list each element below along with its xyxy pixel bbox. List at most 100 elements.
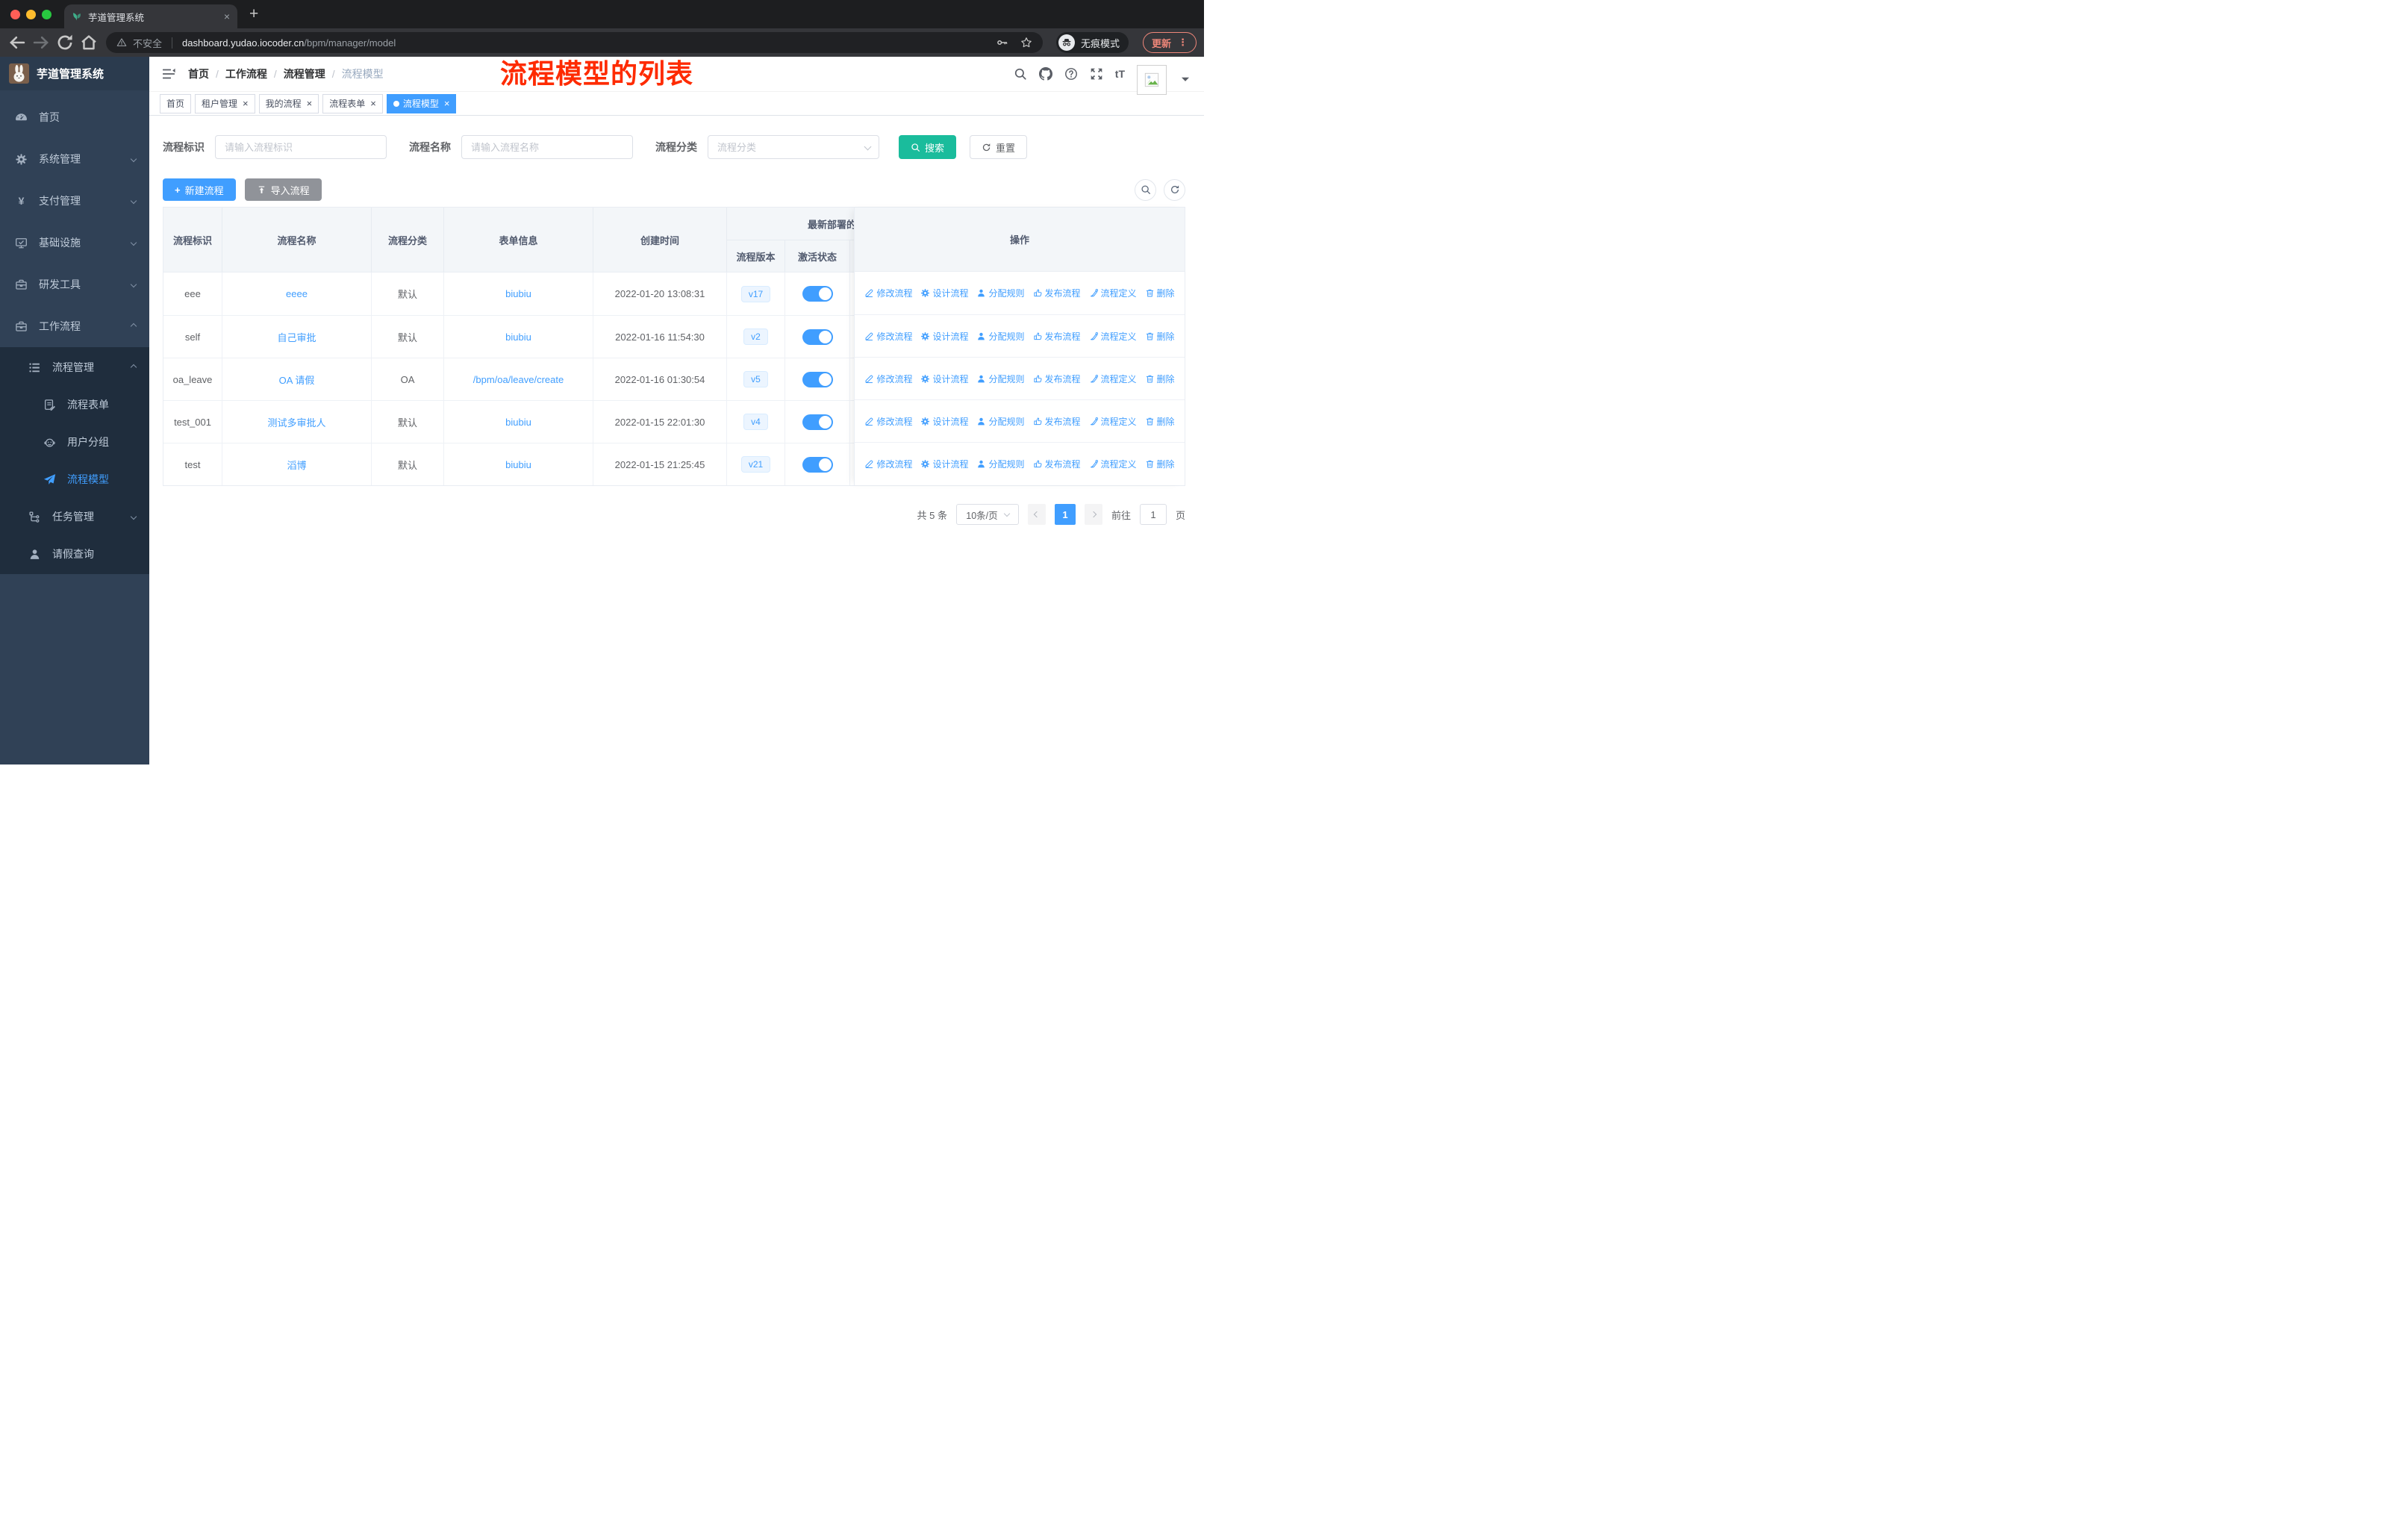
form-info-link[interactable]: biubiu <box>505 331 531 343</box>
sidebar-item-devtools[interactable]: 研发工具 <box>0 264 149 305</box>
close-icon[interactable]: × <box>370 98 376 109</box>
action-assign[interactable]: 分配规则 <box>976 330 1025 343</box>
reload-button[interactable] <box>55 33 75 52</box>
action-assign[interactable]: 分配规则 <box>976 415 1025 428</box>
page-size-select[interactable]: 10条/页 <box>955 504 1019 525</box>
process-key-input[interactable] <box>215 135 387 159</box>
action-edit[interactable]: 修改流程 <box>864 415 912 428</box>
form-info-link[interactable]: biubiu <box>505 288 531 299</box>
action-definition[interactable]: 流程定义 <box>1089 415 1137 428</box>
model-name-link[interactable]: 自己审批 <box>277 330 316 344</box>
action-design[interactable]: 设计流程 <box>920 458 968 470</box>
tag-流程模型[interactable]: 流程模型 × <box>386 93 457 113</box>
browser-update-button[interactable]: 更新 ⋮ <box>1142 32 1197 53</box>
home-button[interactable] <box>79 33 99 52</box>
action-publish[interactable]: 发布流程 <box>1033 373 1081 385</box>
active-toggle[interactable] <box>802 456 833 473</box>
back-button[interactable] <box>7 33 27 52</box>
show-search-button[interactable] <box>1135 178 1156 201</box>
next-page-button[interactable] <box>1084 504 1102 525</box>
action-publish[interactable]: 发布流程 <box>1033 458 1081 470</box>
tag-流程表单[interactable]: 流程表单 × <box>322 93 383 113</box>
tag-我的流程[interactable]: 我的流程 × <box>258 93 319 113</box>
sidebar-item-user-group[interactable]: 用户分组 <box>0 423 149 461</box>
close-icon[interactable]: × <box>444 98 450 109</box>
active-toggle[interactable] <box>802 328 833 345</box>
model-name-link[interactable]: 测试多审批人 <box>267 415 325 429</box>
search-icon[interactable] <box>1014 67 1027 81</box>
active-toggle[interactable] <box>802 414 833 430</box>
active-toggle[interactable] <box>802 371 833 387</box>
model-name-link[interactable]: 滔博 <box>287 458 306 472</box>
window-minimize-button[interactable] <box>26 10 36 19</box>
current-page-button[interactable]: 1 <box>1054 504 1076 525</box>
action-edit[interactable]: 修改流程 <box>864 330 912 343</box>
active-toggle[interactable] <box>802 286 833 302</box>
action-edit[interactable]: 修改流程 <box>864 458 912 470</box>
refresh-table-button[interactable] <box>1164 178 1185 201</box>
model-name-link[interactable]: eeee <box>286 288 308 299</box>
tag-首页[interactable]: 首页 <box>160 93 192 113</box>
close-icon[interactable]: × <box>243 98 249 109</box>
action-delete[interactable]: 删除 <box>1145 373 1175 385</box>
sidebar-item-payment[interactable]: ¥ 支付管理 <box>0 180 149 222</box>
sidebar-collapse-icon[interactable] <box>161 66 176 81</box>
process-name-input[interactable] <box>461 135 633 159</box>
action-definition[interactable]: 流程定义 <box>1089 373 1137 385</box>
sidebar-item-process-model[interactable]: 流程模型 <box>0 461 149 498</box>
action-definition[interactable]: 流程定义 <box>1089 330 1137 343</box>
sidebar-item-infra[interactable]: 基础设施 <box>0 222 149 264</box>
sidebar-item-task-mgmt[interactable]: 任务管理 <box>0 498 149 535</box>
action-publish[interactable]: 发布流程 <box>1033 415 1081 428</box>
bookmark-star-icon[interactable] <box>1020 37 1032 49</box>
window-zoom-button[interactable] <box>42 10 52 19</box>
action-design[interactable]: 设计流程 <box>920 373 968 385</box>
password-key-icon[interactable] <box>996 37 1008 49</box>
tab-close-icon[interactable]: × <box>224 10 230 22</box>
create-process-button[interactable]: + 新建流程 <box>163 178 236 201</box>
form-info-link[interactable]: biubiu <box>505 417 531 428</box>
action-definition[interactable]: 流程定义 <box>1089 287 1137 299</box>
action-definition[interactable]: 流程定义 <box>1089 458 1137 470</box>
browser-tab[interactable]: 芋道管理系统 × <box>64 4 237 28</box>
action-assign[interactable]: 分配规则 <box>976 287 1025 299</box>
search-button[interactable]: 搜索 <box>899 135 957 159</box>
sidebar-item-workflow[interactable]: 工作流程 <box>0 305 149 347</box>
action-assign[interactable]: 分配规则 <box>976 458 1025 470</box>
sidebar-item-process-mgmt[interactable]: 流程管理 <box>0 349 149 386</box>
prev-page-button[interactable] <box>1027 504 1046 525</box>
action-design[interactable]: 设计流程 <box>920 287 968 299</box>
import-process-button[interactable]: 导入流程 <box>244 178 322 201</box>
tag-租户管理[interactable]: 租户管理 × <box>195 93 255 113</box>
sidebar-item-home[interactable]: 首页 <box>0 96 149 138</box>
close-icon[interactable]: × <box>307 98 313 109</box>
window-close-button[interactable] <box>10 10 20 19</box>
action-edit[interactable]: 修改流程 <box>864 287 912 299</box>
reset-button[interactable]: 重置 <box>970 135 1028 159</box>
action-publish[interactable]: 发布流程 <box>1033 330 1081 343</box>
action-design[interactable]: 设计流程 <box>920 330 968 343</box>
action-publish[interactable]: 发布流程 <box>1033 287 1081 299</box>
font-size-icon[interactable]: tT <box>1115 68 1125 80</box>
action-design[interactable]: 设计流程 <box>920 415 968 428</box>
form-info-link[interactable]: /bpm/oa/leave/create <box>473 374 564 385</box>
action-delete[interactable]: 删除 <box>1145 415 1175 428</box>
process-category-select-input[interactable] <box>708 135 879 159</box>
action-delete[interactable]: 删除 <box>1145 287 1175 299</box>
model-name-link[interactable]: OA 请假 <box>279 373 315 387</box>
help-icon[interactable] <box>1064 67 1078 81</box>
sidebar-item-system[interactable]: 系统管理 <box>0 138 149 180</box>
fullscreen-icon[interactable] <box>1090 67 1103 81</box>
sidebar-item-process-form[interactable]: 流程表单 <box>0 386 149 423</box>
goto-page-input[interactable] <box>1139 504 1167 525</box>
forward-button[interactable] <box>31 33 51 52</box>
action-assign[interactable]: 分配规则 <box>976 373 1025 385</box>
action-delete[interactable]: 删除 <box>1145 330 1175 343</box>
action-delete[interactable]: 删除 <box>1145 458 1175 470</box>
address-bar[interactable]: 不安全 dashboard.yudao.iocoder.cn/bpm/manag… <box>106 32 1043 53</box>
new-tab-button[interactable]: + <box>249 5 258 23</box>
form-info-link[interactable]: biubiu <box>505 459 531 470</box>
action-edit[interactable]: 修改流程 <box>864 373 912 385</box>
sidebar-item-leave-query[interactable]: 请假查询 <box>0 535 149 573</box>
user-avatar[interactable] <box>1137 65 1167 95</box>
